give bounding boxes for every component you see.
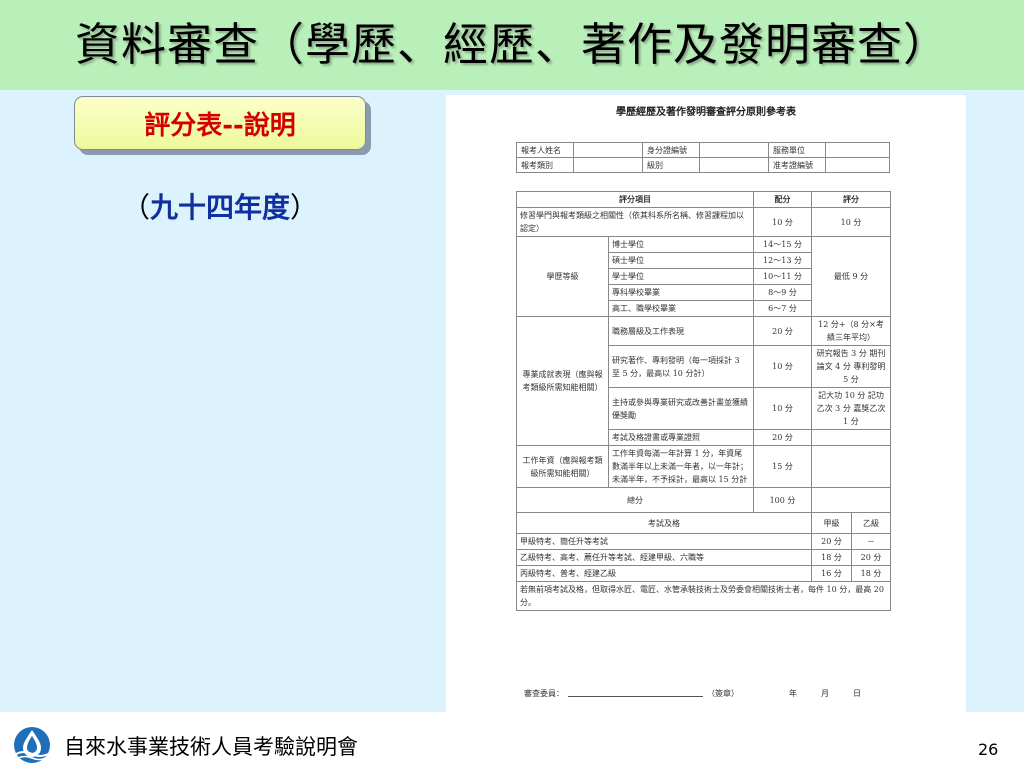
table-row: 工作年資（應與報考類級所需知能相關） 工作年資每滿一年計算 1 分，年資尾數滿半… [516, 445, 891, 488]
table-row: 學歷等級 博士學位 14～15 分 最低 9 分 [516, 236, 891, 317]
table-row: 總分 100 分 [516, 487, 891, 513]
achievement-allot: 10 分 [753, 387, 812, 430]
score-sheet-button-label: 評分表--說明 [144, 110, 296, 141]
experience-allot: 15 分 [753, 445, 812, 488]
relevance-item: 修習學門與報考類級之相關性（依其科系所名稱、修習課程加以認定） [516, 207, 754, 237]
achievement-allot: 20 分 [753, 429, 812, 446]
table-row: 報考類別 級別 准考證編號 [516, 157, 890, 173]
water-drop-logo-icon [14, 727, 50, 763]
stamp-label: （簽章） [707, 689, 739, 698]
education-item: 高工、職學校畢業 [608, 300, 754, 317]
achievement-score: 研究報告 3 分 期刊論文 4 分 專利發明 5 分 [811, 345, 891, 388]
table-row: 專業成就表現（應與報考類級所需知能相關） 職務層級及工作表現 20 分 12 分… [516, 316, 891, 446]
total-allot: 100 分 [753, 487, 812, 513]
experience-item: 工作年資每滿一年計算 1 分，年資尾數滿半年以上未滿一年者，以一年計；未滿半年，… [608, 445, 754, 488]
education-allot: 12～13 分 [753, 252, 812, 269]
year-close-paren: ） [290, 191, 319, 224]
document-title: 學歷經歷及著作發明審查評分原則參考表 [616, 107, 796, 118]
table-row: 乙級特考、高考、薦任升等考試、經建甲級、六職等 18 分 20 分 [516, 549, 891, 566]
sign-year: 年 [789, 689, 797, 698]
total-label: 總分 [516, 487, 754, 513]
info-cell [825, 157, 890, 173]
exam-a: 16 分 [811, 565, 852, 582]
education-item: 碩士學位 [608, 252, 754, 269]
exam-item: 乙級特考、高考、薦任升等考試、經建甲級、六職等 [516, 549, 812, 566]
exam-note: 若無前項考試及格，但取得水匠、電匠、水管承裝技術士及勞委會相關技術士者，每件 1… [516, 581, 891, 611]
education-allot: 6～7 分 [753, 300, 812, 317]
education-item: 專科學校畢業 [608, 284, 754, 301]
info-cell: 報考類別 [516, 157, 574, 173]
info-cell [825, 142, 890, 158]
header-score: 評分 [811, 191, 891, 208]
page-number: 26 [978, 740, 999, 759]
achievement-item: 考試及格證書或專業證照 [608, 429, 754, 446]
signature-blank [568, 688, 703, 697]
education-min: 最低 9 分 [811, 236, 891, 317]
header-item: 評分項目 [516, 191, 754, 208]
score-sheet-button[interactable]: 評分表--說明 [74, 96, 366, 150]
achievement-allot: 10 分 [753, 345, 812, 388]
table-row: 報考人姓名 身分證編號 服務單位 [516, 142, 890, 158]
achievement-score [811, 429, 891, 446]
relevance-allot: 10 分 [753, 207, 812, 237]
info-cell: 准考證編號 [768, 157, 826, 173]
table-header-row: 考試及格 甲級 乙級 [516, 512, 891, 534]
info-cell [573, 142, 643, 158]
education-allot: 14～15 分 [753, 236, 812, 253]
table-row: 若無前項考試及格，但取得水匠、電匠、水管承裝技術士及勞委會相關技術士者，每件 1… [516, 581, 891, 611]
info-cell [573, 157, 643, 173]
achievement-item: 主持或參與專業研究或改善計畫並獲績優獎勵 [608, 387, 754, 430]
table-header-row: 評分項目 配分 評分 [516, 191, 891, 208]
exam-grade-a: 甲級 [811, 512, 852, 534]
education-item: 博士學位 [608, 236, 754, 253]
education-allot: 10～11 分 [753, 268, 812, 285]
sign-day: 日 [853, 689, 861, 698]
info-cell: 級別 [642, 157, 700, 173]
achievement-label: 專業成就表現（應與報考類級所需知能相關） [516, 316, 609, 446]
experience-score [811, 445, 891, 488]
exam-item: 丙級特考、普考、經建乙級 [516, 565, 812, 582]
exam-a: 20 分 [811, 533, 852, 550]
info-cell: 報考人姓名 [516, 142, 574, 158]
experience-label: 工作年資（應與報考類級所需知能相關） [516, 445, 609, 488]
footer-text: 自來水事業技術人員考驗說明會 [64, 735, 358, 759]
total-score [811, 487, 891, 513]
exam-b: 20 分 [851, 549, 891, 566]
exam-b: 18 分 [851, 565, 891, 582]
info-cell: 服務單位 [768, 142, 826, 158]
table-row: 修習學門與報考類級之相關性（依其科系所名稱、修習課程加以認定） 10 分 10 … [516, 207, 891, 237]
header-allot: 配分 [753, 191, 812, 208]
exam-grade-b: 乙級 [851, 512, 891, 534]
info-cell [699, 142, 769, 158]
table-row: 甲級特考、簡任升等考試 20 分 － [516, 533, 891, 550]
exam-header: 考試及格 [516, 512, 812, 534]
exam-b: － [851, 533, 891, 550]
exam-item: 甲級特考、簡任升等考試 [516, 533, 812, 550]
info-cell: 身分證編號 [642, 142, 700, 158]
slide-title: 資料審查（學歷、經歷、著作及發明審查） [74, 18, 949, 71]
signature-line: 審查委員： （簽章） 年 月 日 [524, 688, 894, 699]
achievement-score: 記大功 10 分 記功乙次 3 分 嘉獎乙次 1 分 [811, 387, 891, 430]
score-table: 評分項目 配分 評分 修習學門與報考類級之相關性（依其科系所名稱、修習課程加以認… [516, 191, 891, 611]
education-item: 學士學位 [608, 268, 754, 285]
achievement-item: 研究著作、專利發明（每一項採計 3 至 5 分，最高以 10 分計） [608, 345, 754, 388]
table-row: 丙級特考、普考、經建乙級 16 分 18 分 [516, 565, 891, 582]
education-label: 學歷等級 [516, 236, 609, 317]
year-label: 九十四年度 [149, 191, 290, 224]
sign-month: 月 [821, 689, 829, 698]
fiscal-year: （九十四年度） [100, 186, 340, 226]
achievement-item: 職務層級及工作表現 [608, 316, 754, 346]
education-allot: 8～9 分 [753, 284, 812, 301]
document-page: 學歷經歷及著作發明審查評分原則參考表 報考人姓名 身分證編號 服務單位 報考類別… [446, 95, 966, 713]
info-cell [699, 157, 769, 173]
applicant-info-table: 報考人姓名 身分證編號 服務單位 報考類別 級別 准考證編號 [516, 142, 890, 173]
achievement-allot: 20 分 [753, 316, 812, 346]
exam-a: 18 分 [811, 549, 852, 566]
relevance-score: 10 分 [811, 207, 891, 237]
achievement-score: 12 分+（8 分×考績三年平均） [811, 316, 891, 346]
year-open-paren: （ [121, 191, 150, 224]
reviewer-label: 審查委員： [524, 689, 564, 698]
